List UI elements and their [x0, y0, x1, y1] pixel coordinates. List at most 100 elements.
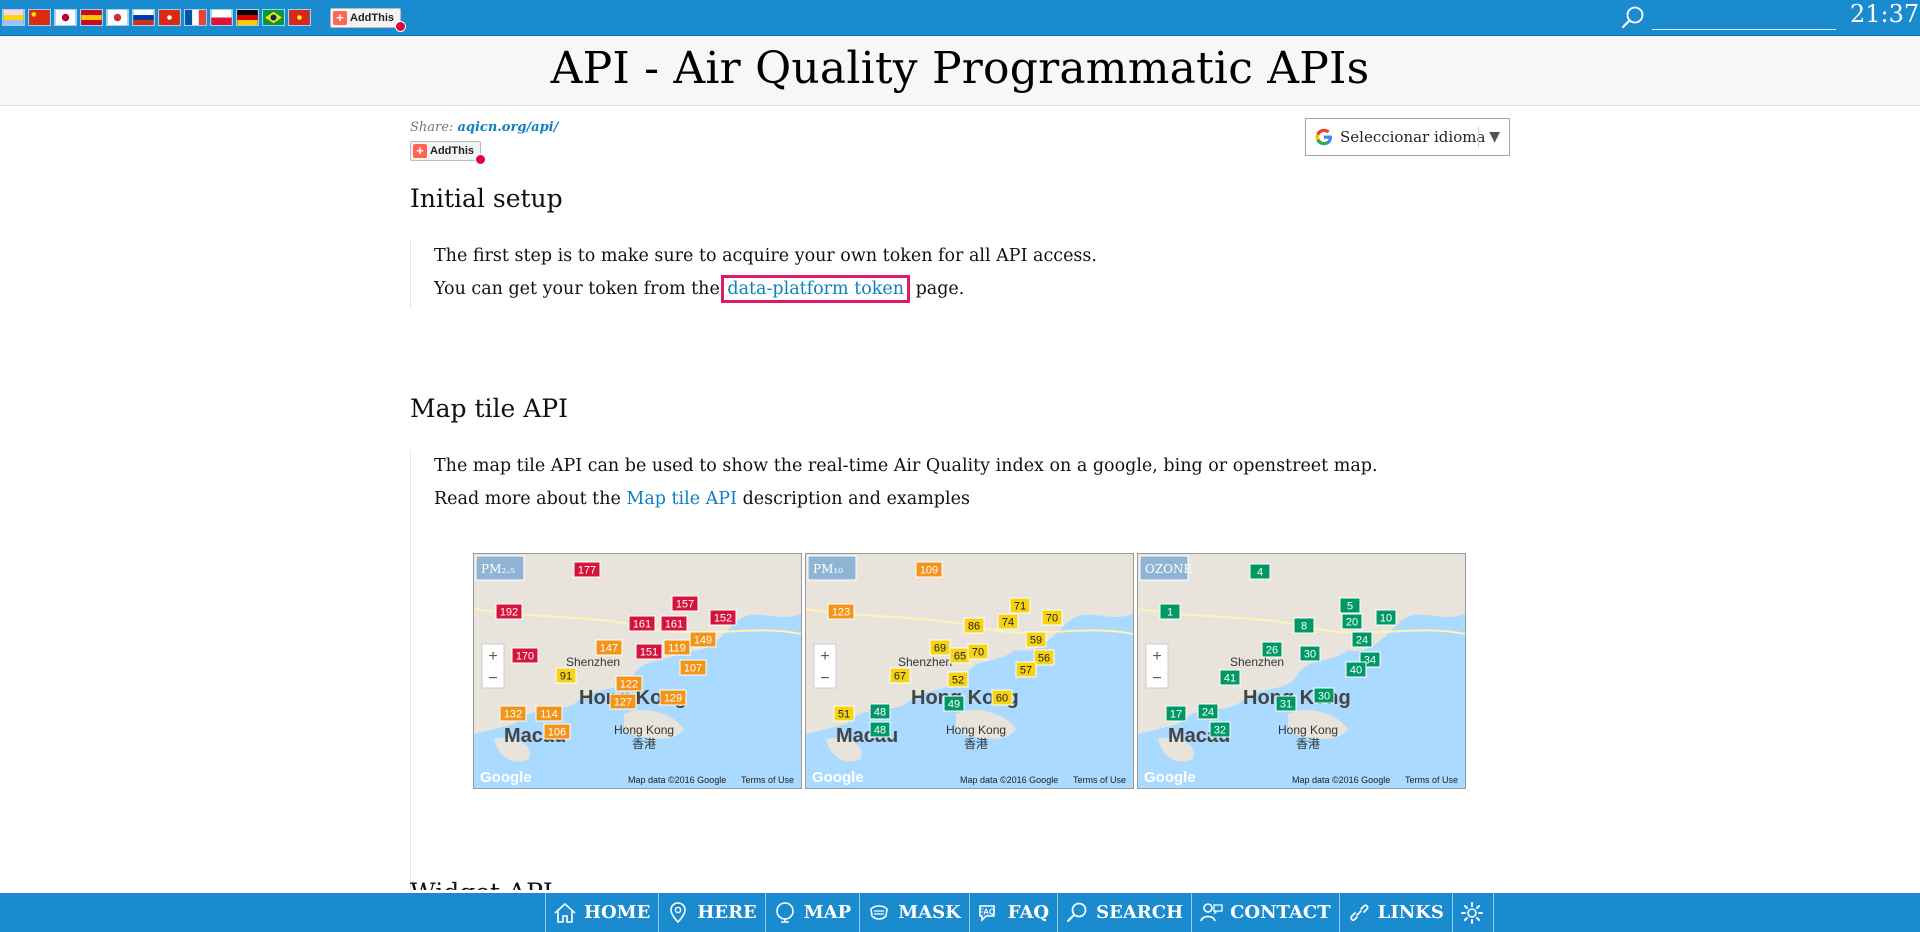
- aqi-marker[interactable]: 20: [1341, 613, 1363, 630]
- data-platform-token-link[interactable]: data-platform token: [721, 275, 910, 303]
- aqi-marker[interactable]: 70: [967, 643, 989, 660]
- aqi-marker[interactable]: 26: [1261, 641, 1283, 658]
- aqi-marker[interactable]: 161: [660, 615, 688, 632]
- zoom-control[interactable]: +−: [813, 643, 837, 689]
- aqi-marker[interactable]: 8: [1293, 617, 1315, 634]
- flag-icon-cn[interactable]: [28, 9, 51, 26]
- zoom-in-icon[interactable]: +: [820, 648, 829, 665]
- aqi-marker[interactable]: 170: [511, 647, 539, 664]
- map-preview-2[interactable]: + − Hong Kong Macau Shenzhen Hong Kong 香港 109 12…: [805, 553, 1134, 789]
- nav-item-search[interactable]: SEARCH: [1057, 893, 1191, 932]
- zoom-out-icon[interactable]: −: [820, 670, 829, 687]
- aqi-marker[interactable]: 57: [1015, 661, 1037, 678]
- zoom-out-icon[interactable]: −: [488, 670, 497, 687]
- aqi-marker[interactable]: 109: [915, 561, 943, 578]
- zoom-in-icon[interactable]: +: [488, 648, 497, 665]
- aqi-marker[interactable]: 49: [943, 695, 965, 712]
- aqi-marker[interactable]: 30: [1299, 645, 1321, 662]
- aqi-marker-value: 161: [665, 619, 683, 631]
- aqi-marker[interactable]: 107: [679, 659, 707, 676]
- aqi-marker[interactable]: 4: [1249, 563, 1271, 580]
- aqi-marker[interactable]: 123: [827, 603, 855, 620]
- map-terms-link[interactable]: Terms of Use: [741, 775, 794, 785]
- aqi-marker[interactable]: 17: [1165, 705, 1187, 722]
- aqi-marker[interactable]: 151: [635, 643, 663, 660]
- share-link[interactable]: aqicn.org/api/: [457, 120, 558, 135]
- aqi-marker[interactable]: 152: [709, 609, 737, 626]
- map-terms-link[interactable]: Terms of Use: [1405, 775, 1458, 785]
- share-addthis-button[interactable]: + AddThis: [410, 141, 486, 165]
- aqi-marker[interactable]: 10: [1375, 609, 1397, 626]
- aqi-marker[interactable]: 56: [1033, 649, 1055, 666]
- aqi-marker[interactable]: 129: [659, 689, 687, 706]
- flag-icon-es[interactable]: [80, 9, 103, 26]
- flag-icon-fr[interactable]: [184, 9, 207, 26]
- zoom-out-icon[interactable]: −: [1152, 670, 1161, 687]
- flag-icon-hk[interactable]: [158, 9, 181, 26]
- aqi-marker[interactable]: 127: [609, 693, 637, 710]
- aqi-marker[interactable]: 40: [1345, 661, 1367, 678]
- nav-item-faq[interactable]: FAQ FAQ: [968, 893, 1057, 932]
- nav-item-mask[interactable]: MASK: [859, 893, 969, 932]
- aqi-marker[interactable]: 24: [1197, 703, 1219, 720]
- aqi-marker[interactable]: 147: [595, 639, 623, 656]
- aqi-marker[interactable]: 132: [499, 705, 527, 722]
- nav-item-links[interactable]: LINKS: [1338, 893, 1452, 932]
- flag-icon-vn[interactable]: [288, 9, 311, 26]
- aqi-marker[interactable]: 71: [1009, 597, 1031, 614]
- aqi-marker[interactable]: 74: [997, 613, 1019, 630]
- nav-item-settings[interactable]: [1451, 893, 1494, 932]
- aqi-marker[interactable]: 60: [991, 689, 1013, 706]
- aqi-marker[interactable]: 177: [573, 561, 601, 578]
- aqi-marker[interactable]: 114: [535, 705, 563, 722]
- aqi-marker[interactable]: 48: [869, 721, 891, 738]
- aqi-marker[interactable]: 69: [929, 639, 951, 656]
- aqi-marker[interactable]: 59: [1025, 631, 1047, 648]
- aqi-marker[interactable]: 70: [1041, 609, 1063, 626]
- flag-icon-br[interactable]: [262, 9, 285, 26]
- aqi-marker[interactable]: 1: [1159, 603, 1181, 620]
- aqi-marker[interactable]: 106: [543, 723, 571, 740]
- search-input[interactable]: [1652, 8, 1836, 30]
- flag-icon-de[interactable]: [236, 9, 259, 26]
- flag-icon-kr[interactable]: [106, 9, 129, 26]
- nav-item-map[interactable]: MAP: [764, 893, 859, 932]
- map-preview-1[interactable]: +−Hong KongMacauShenzhenHong Kong香港17719…: [473, 553, 802, 789]
- aqi-marker[interactable]: 5: [1339, 597, 1361, 614]
- aqi-marker[interactable]: 122: [615, 675, 643, 692]
- zoom-control[interactable]: +−: [1145, 643, 1169, 689]
- map-tile-api-link[interactable]: Map tile API: [626, 489, 737, 509]
- aqi-marker[interactable]: 30: [1313, 687, 1335, 704]
- map-preview-3[interactable]: + − Hong Kong Macau Shenzhen Hong Kong 香港 4 1 8 5 2…: [1137, 553, 1466, 789]
- aqi-marker[interactable]: 52: [947, 671, 969, 688]
- map-terms-link[interactable]: Terms of Use: [1073, 775, 1126, 785]
- aqi-marker[interactable]: 41: [1219, 669, 1241, 686]
- flag-icon-ru[interactable]: [132, 9, 155, 26]
- aqi-marker[interactable]: 157: [671, 595, 699, 612]
- zoom-control[interactable]: +−: [481, 643, 505, 689]
- aqi-marker[interactable]: 119: [663, 639, 691, 656]
- zoom-in-icon[interactable]: +: [1152, 648, 1161, 665]
- aqi-marker[interactable]: 48: [869, 703, 891, 720]
- aqi-marker[interactable]: 192: [495, 603, 523, 620]
- aqi-marker[interactable]: 24: [1351, 631, 1373, 648]
- aqi-marker[interactable]: 31: [1275, 695, 1297, 712]
- aqi-marker-value: 177: [578, 565, 596, 577]
- nav-item-home[interactable]: HOME: [545, 893, 658, 932]
- flag-icon-th[interactable]: [2, 9, 25, 26]
- aqi-marker[interactable]: 161: [628, 615, 656, 632]
- aqi-marker[interactable]: 65: [949, 647, 971, 664]
- flag-icon-jp[interactable]: [54, 9, 77, 26]
- aqi-marker[interactable]: 86: [963, 617, 985, 634]
- addthis-button[interactable]: + AddThis: [330, 8, 406, 32]
- aqi-marker[interactable]: 67: [889, 667, 911, 684]
- search-icon[interactable]: [1620, 5, 1646, 31]
- nav-item-here[interactable]: HERE: [658, 893, 764, 932]
- aqi-marker[interactable]: 32: [1209, 721, 1231, 738]
- aqi-marker[interactable]: 91: [555, 667, 577, 684]
- flag-icon-pl[interactable]: [210, 9, 233, 26]
- aqi-marker[interactable]: 149: [689, 631, 717, 648]
- aqi-marker[interactable]: 51: [833, 705, 855, 722]
- nav-item-contact[interactable]: CONTACT: [1191, 893, 1339, 932]
- language-select[interactable]: Seleccionar idioma ▼: [1305, 118, 1510, 156]
